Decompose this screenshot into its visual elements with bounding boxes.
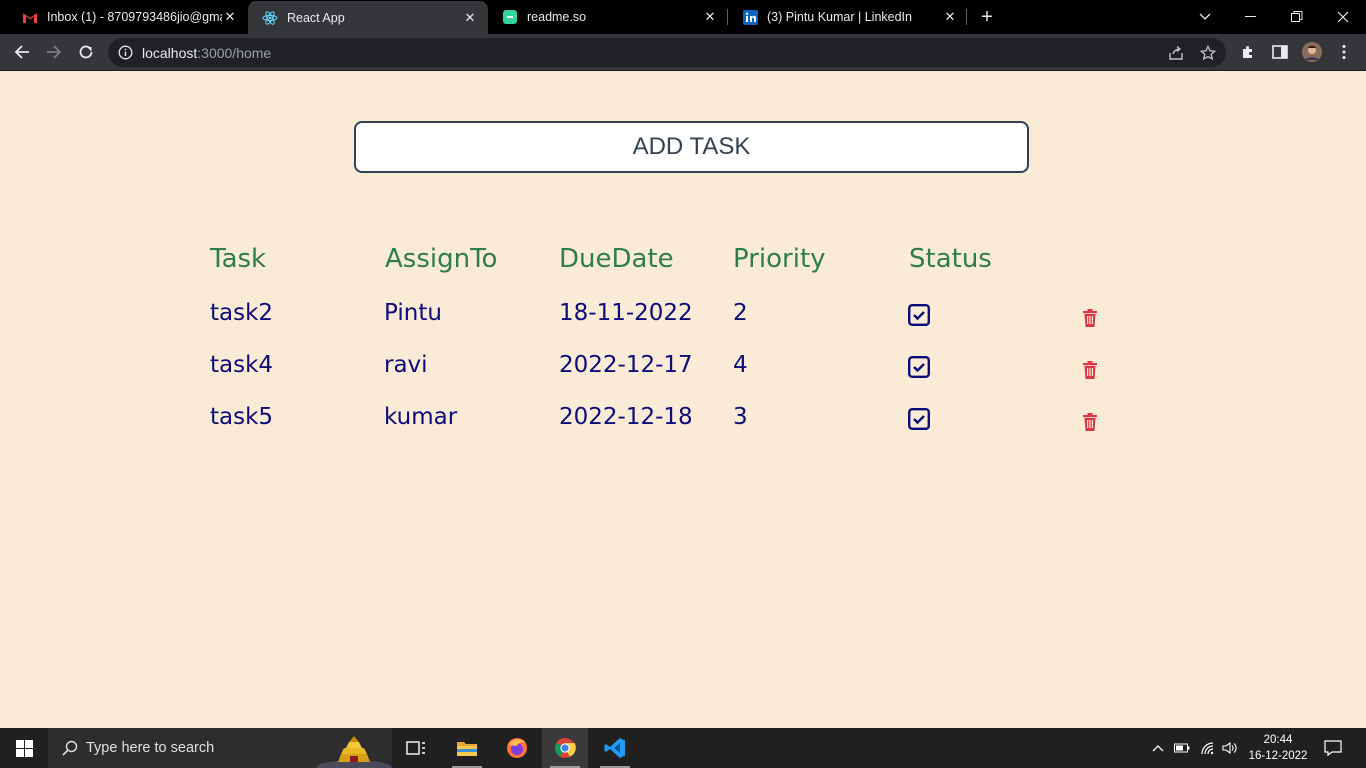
- linkedin-icon: [742, 9, 758, 25]
- tab-linkedin[interactable]: (3) Pintu Kumar | LinkedIn ✕: [728, 0, 968, 34]
- cell-due-date: 18-11-2022: [559, 300, 693, 326]
- minimize-icon[interactable]: [1228, 0, 1274, 34]
- delete-trash-icon[interactable]: [1082, 361, 1098, 379]
- delete-trash-icon[interactable]: [1082, 309, 1098, 327]
- cell-assign-to: kumar: [384, 404, 458, 430]
- clock-date: 16-12-2022: [1248, 750, 1308, 762]
- cell-assign-to: ravi: [384, 352, 428, 378]
- share-icon[interactable]: [1166, 43, 1186, 63]
- search-placeholder: Type here to search: [86, 740, 215, 756]
- chrome-icon[interactable]: [542, 728, 588, 768]
- add-task-button[interactable]: ADD TASK: [354, 121, 1029, 173]
- search-icon: [62, 740, 78, 756]
- volume-icon[interactable]: [1220, 728, 1240, 768]
- notifications-icon[interactable]: [1320, 728, 1346, 768]
- reload-icon[interactable]: [72, 38, 100, 66]
- cell-due-date: 2022-12-18: [559, 404, 693, 430]
- react-icon: [262, 10, 278, 26]
- address-bar[interactable]: localhost:3000/home: [108, 38, 1226, 67]
- tab-search-icon[interactable]: [1182, 0, 1228, 34]
- tab-separator: [966, 9, 967, 25]
- delete-trash-icon[interactable]: [1082, 413, 1098, 431]
- column-header-duedate: DueDate: [559, 244, 674, 274]
- status-checkbox-icon[interactable]: [908, 408, 930, 430]
- show-hidden-icons-icon[interactable]: [1148, 728, 1168, 768]
- menu-kebab-icon[interactable]: [1330, 38, 1358, 66]
- file-explorer-icon[interactable]: [444, 728, 490, 768]
- url-text: localhost:3000/home: [142, 45, 271, 61]
- status-checkbox-icon[interactable]: [908, 356, 930, 378]
- cell-task: task2: [210, 300, 274, 326]
- browser-tab-strip: Inbox (1) - 8709793486jio@gmai ✕ React A…: [0, 0, 1366, 34]
- close-tab-icon[interactable]: ✕: [942, 9, 958, 25]
- clock-time: 20:44: [1263, 734, 1293, 746]
- task-view-icon[interactable]: [396, 728, 436, 768]
- vscode-icon[interactable]: [592, 728, 638, 768]
- restore-icon[interactable]: [1274, 0, 1320, 34]
- close-window-icon[interactable]: [1320, 0, 1366, 34]
- wifi-icon[interactable]: [1198, 728, 1218, 768]
- extensions-icon[interactable]: [1234, 38, 1262, 66]
- tab-title: Inbox (1) - 8709793486jio@gmai: [47, 10, 222, 24]
- column-header-status: Status: [909, 244, 992, 274]
- column-header-assignto: AssignTo: [385, 244, 498, 274]
- tab-title: readme.so: [527, 10, 587, 24]
- cell-task: task4: [210, 352, 274, 378]
- taskbar-search-box[interactable]: Type here to search: [48, 728, 392, 768]
- cell-priority: 2: [733, 300, 748, 326]
- column-header-priority: Priority: [733, 244, 826, 274]
- cell-task: task5: [210, 404, 274, 430]
- profile-avatar[interactable]: [1298, 38, 1326, 66]
- cell-due-date: 2022-12-17: [559, 352, 693, 378]
- battery-icon[interactable]: [1172, 728, 1192, 768]
- back-icon[interactable]: [8, 38, 36, 66]
- system-clock[interactable]: 20:44 16-12-2022: [1244, 732, 1312, 764]
- close-tab-icon[interactable]: ✕: [222, 9, 238, 25]
- close-tab-icon[interactable]: ✕: [462, 10, 478, 26]
- tab-title: (3) Pintu Kumar | LinkedIn: [767, 10, 912, 24]
- tab-title: React App: [287, 10, 345, 25]
- forward-icon[interactable]: [40, 38, 68, 66]
- tab-readme[interactable]: readme.so ✕: [488, 0, 728, 34]
- status-checkbox-icon[interactable]: [908, 304, 930, 326]
- bookmark-star-icon[interactable]: [1198, 43, 1218, 63]
- windows-taskbar: Type here to search 20:44 16-12-2022: [0, 728, 1366, 768]
- url-path: :3000/home: [197, 45, 272, 61]
- browser-toolbar: localhost:3000/home: [0, 34, 1366, 71]
- close-tab-icon[interactable]: ✕: [702, 9, 718, 25]
- firefox-icon[interactable]: [494, 728, 540, 768]
- column-header-task: Task: [210, 244, 267, 274]
- cell-assign-to: Pintu: [384, 300, 442, 326]
- gmail-icon: [22, 9, 38, 25]
- url-host: localhost: [142, 45, 198, 61]
- tab-react-app[interactable]: React App ✕: [248, 1, 488, 34]
- cell-priority: 4: [733, 352, 748, 378]
- tab-gmail[interactable]: Inbox (1) - 8709793486jio@gmai ✕: [8, 0, 248, 34]
- side-panel-icon[interactable]: [1266, 38, 1294, 66]
- readme-icon: [502, 9, 518, 25]
- cell-priority: 3: [733, 404, 748, 430]
- site-info-icon[interactable]: [118, 45, 133, 60]
- windows-start-icon[interactable]: [0, 728, 48, 768]
- search-highlight-icon: [316, 728, 392, 768]
- new-tab-button[interactable]: +: [976, 6, 998, 28]
